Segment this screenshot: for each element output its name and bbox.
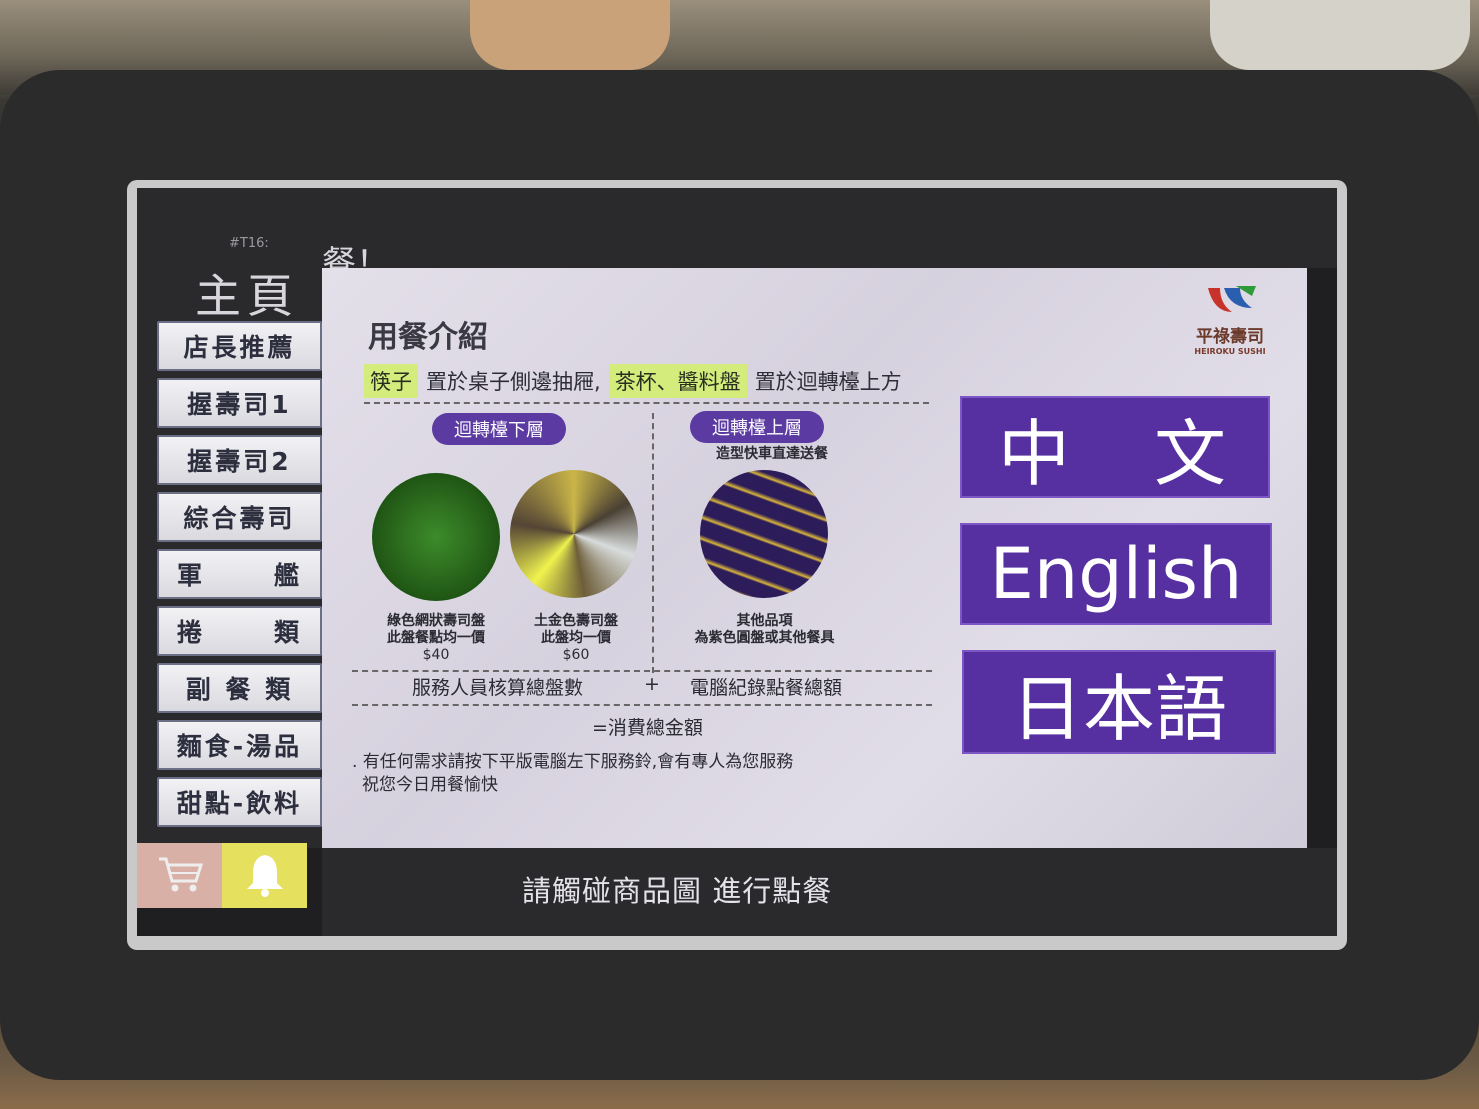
green-plate-image (372, 473, 500, 601)
language-chinese-button[interactable]: 中 文 (960, 396, 1270, 498)
home-title[interactable]: 主頁 (195, 260, 299, 326)
caption-line: 此盤餐點均一價 (387, 630, 485, 646)
sushi-plate-image (470, 0, 670, 70)
button-label: 日本語 (1010, 666, 1227, 751)
chopsticks-highlight: 筷子 (364, 364, 418, 398)
menu-item-rolls[interactable]: 捲 類 (157, 606, 322, 656)
menu-item-manager-recommend[interactable]: 店長推薦 (157, 321, 322, 371)
grand-total-label: =消費總金額 (592, 717, 703, 739)
logo-mark-icon (1200, 282, 1260, 322)
caption-line: 為紫色圓盤或其他餐具 (694, 630, 835, 646)
order-instruction: 請觸碰商品圖 進行點餐 (522, 874, 833, 908)
note-line: 祝您今日用餐愉快 (362, 775, 498, 795)
menu-item-label: 類 (273, 618, 302, 647)
divider (364, 402, 929, 404)
price-label: $60 (562, 647, 590, 663)
bottom-left-controls (137, 843, 307, 908)
button-label: English (989, 533, 1243, 615)
header-strip: 餐！ (322, 188, 1337, 284)
order-total-label: 電腦紀錄點餐總額 (690, 677, 843, 699)
divider (652, 413, 654, 673)
intro-title: 用餐介紹 (368, 320, 488, 355)
menu-item-gunkan[interactable]: 軍 艦 (157, 549, 322, 599)
lower-tier-badge: 迴轉檯下層 (432, 413, 566, 445)
logo-subtitle: HEIROKU SUSHI (1194, 347, 1266, 356)
dining-intro-panel: 用餐介紹 筷子 置於桌子側邊抽屜, 茶杯、醬料盤 置於迴轉檯上方 迴轉檯下層 迴… (322, 268, 1307, 848)
menu-item-dessert-drinks[interactable]: 甜點-飲料 (157, 777, 322, 827)
caption-line: 此盤均一價 (541, 630, 611, 646)
menu-item-nigiri-1[interactable]: 握壽司1 (157, 378, 322, 428)
note-line: . 有任何需求請按下平版電腦左下服務鈴,會有專人為您服務 (352, 752, 794, 772)
gold-plate-image (510, 470, 638, 598)
caption-line: 土金色壽司盤 (534, 613, 618, 629)
sidebar: #T16: 主頁 店長推薦 握壽司1 握壽司2 綜合壽司 軍 艦 捲 類 副 餐… (137, 188, 322, 848)
plate-count-label: 服務人員核算總盤數 (412, 677, 584, 699)
purple-plate-image (700, 470, 828, 598)
menu-item-label: 軍 (177, 561, 206, 590)
divider (352, 704, 932, 706)
screen: #T16: 主頁 店長推薦 握壽司1 握壽司2 綜合壽司 軍 艦 捲 類 副 餐… (137, 188, 1337, 936)
cups-highlight: 茶杯、醬料盤 (608, 364, 747, 398)
upper-tier-badge: 迴轉檯上層 (690, 411, 824, 443)
heiroku-sushi-logo: 平祿壽司 HEIROKU SUSHI (1180, 282, 1280, 356)
menu-item-noodles-soup[interactable]: 麵食-湯品 (157, 720, 322, 770)
category-menu: 店長推薦 握壽司1 握壽司2 綜合壽司 軍 艦 捲 類 副 餐 類 麵食-湯品 … (157, 321, 322, 834)
upper-tier-subtitle: 造型快車直達送餐 (716, 446, 828, 462)
table-number: #T16: (229, 236, 269, 251)
purple-plate-caption: 其他品項 為紫色圓盤或其他餐具 (677, 613, 852, 647)
chopsticks-location: 置於桌子側邊抽屜, (426, 370, 601, 394)
menu-item-nigiri-2[interactable]: 握壽司2 (157, 435, 322, 485)
caption-line: 綠色網狀壽司盤 (387, 613, 485, 629)
cart-icon (156, 854, 204, 898)
green-plate-caption: 綠色網狀壽司盤 此盤餐點均一價 $40 (372, 613, 500, 664)
tableware-info: 筷子 置於桌子側邊抽屜, 茶杯、醬料盤 置於迴轉檯上方 (364, 364, 902, 398)
divider (352, 670, 932, 672)
price-label: $40 (422, 647, 450, 663)
bell-icon (245, 851, 285, 901)
plus-sign: + (644, 673, 660, 695)
menu-item-label: 艦 (273, 561, 302, 590)
menu-item-label: 捲 (177, 618, 206, 647)
sushi-plate-image (1210, 0, 1470, 70)
language-japanese-button[interactable]: 日本語 (962, 650, 1276, 754)
menu-item-side-dishes[interactable]: 副 餐 類 (157, 663, 322, 713)
logo-name: 平祿壽司 (1196, 327, 1264, 347)
service-bell-button[interactable] (222, 843, 307, 908)
button-label: 中 文 (997, 411, 1232, 496)
caption-line: 其他品項 (736, 613, 793, 629)
cart-button[interactable] (137, 843, 222, 908)
service-note: . 有任何需求請按下平版電腦左下服務鈴,會有專人為您服務 祝您今日用餐愉快 (352, 751, 793, 797)
cups-location: 置於迴轉檯上方 (754, 370, 902, 394)
language-english-button[interactable]: English (960, 523, 1272, 625)
gold-plate-caption: 土金色壽司盤 此盤均一價 $60 (512, 613, 640, 664)
menu-item-assorted-sushi[interactable]: 綜合壽司 (157, 492, 322, 542)
bottom-instruction-bar: 請觸碰商品圖 進行點餐 (322, 848, 1337, 936)
